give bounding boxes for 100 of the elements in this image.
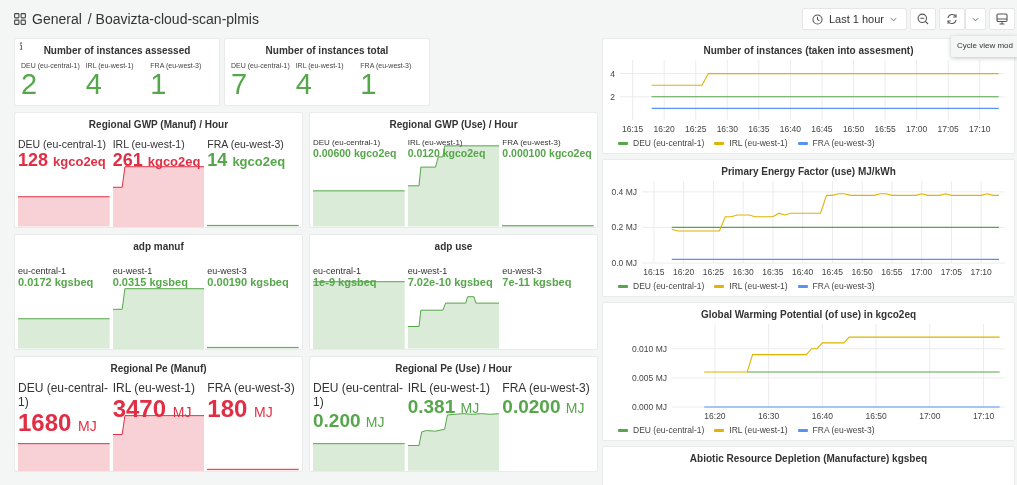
axis-tick-label: 16:25	[702, 267, 725, 277]
legend-label[interactable]: DEU (eu-central-1)	[633, 138, 705, 148]
axis-tick-label: 16:45	[821, 267, 844, 277]
stat-value: 0.0172 kgsbeq	[18, 276, 94, 288]
panel-title: Regional GWP (Use) / Hour	[389, 119, 518, 130]
panel-title: Regional GWP (Manuf) / Hour	[88, 119, 229, 130]
stat-label: eu-west-1	[112, 265, 153, 276]
axis-tick-label: 16:50	[865, 411, 887, 421]
axis-tick-label: 0.005 MJ	[632, 372, 667, 383]
stat-value: 4	[295, 69, 312, 100]
legend-label[interactable]: IRL (eu-west-1)	[729, 281, 788, 291]
stat-value: 1680 MJ	[18, 409, 97, 436]
axis-tick-label: 0.2 MJ	[611, 222, 637, 233]
panel-title: Primary Energy Factor (use) MJ/kWh	[721, 166, 896, 177]
stat-value: 128 kgco2eq	[18, 150, 106, 171]
axis-tick-label: 16:40	[811, 411, 834, 421]
refresh-button[interactable]	[939, 8, 965, 30]
stat-label: DEU (eu-central-1)	[313, 382, 405, 410]
axis-tick-label: 16:40	[779, 124, 802, 134]
axis-tick-label: 0.4 MJ	[611, 186, 637, 197]
axis-tick-label: 2	[610, 91, 615, 102]
panel-title: Number of instances total	[265, 45, 389, 56]
monitor-icon	[996, 13, 1008, 25]
legend-label[interactable]: DEU (eu-central-1)	[633, 281, 705, 291]
stat-label: IRL (eu-west-1)	[112, 382, 195, 396]
tooltip: Cycle view mod	[951, 36, 1017, 57]
stat-value: 261 kgco2eq	[112, 150, 201, 171]
stat-value: 4	[85, 69, 102, 100]
stat-value: 7e-11 kgsbeq	[502, 276, 572, 288]
axis-tick-label: 0.0 MJ	[611, 258, 637, 268]
stat-label: eu-west-3	[502, 265, 542, 276]
axis-tick-label: 16:30	[758, 411, 780, 421]
dashboard-title: / Boavizta-cloud-scan-plmis	[87, 11, 259, 27]
panel-title: Number of instances assessed	[43, 45, 191, 56]
axis-tick-label: 16:25	[685, 124, 707, 134]
axis-tick-label: 16:50	[842, 124, 865, 134]
stat-value: 0.200 MJ	[313, 409, 385, 433]
stat-label: IRL (eu-west-1)	[407, 382, 490, 396]
axis-tick-label: 16:30	[716, 124, 738, 134]
legend-label[interactable]: DEU (eu-central-1)	[633, 425, 705, 435]
axis-tick-label: 16:15	[643, 267, 665, 277]
stat-label: FRA (eu-west-3)	[502, 382, 590, 396]
stat-value: 0.00600 kgco2eq	[313, 147, 397, 159]
stat-label: IRL (eu-west-1)	[112, 138, 185, 150]
stat-value: 7	[231, 69, 248, 100]
stat-value: 0.0315 kgsbeq	[112, 276, 188, 288]
caret-icon	[890, 16, 897, 22]
time-range-picker[interactable]: Last 1 hour	[801, 8, 907, 30]
stat-value: 0.381 MJ	[407, 395, 480, 419]
stat-value: 180 MJ	[207, 395, 273, 423]
axis-tick-label: 17:05	[937, 124, 959, 134]
axis-tick-label: 17:10	[970, 267, 992, 277]
legend-label[interactable]: FRA (eu-west-3)	[812, 138, 875, 148]
stat-label: DEU (eu-central-1)	[18, 138, 107, 150]
axis-tick-label: 16:40	[792, 267, 814, 277]
refresh-icon	[946, 13, 958, 25]
axis-tick-label: 17:00	[919, 411, 941, 421]
panel-title: Abiotic Resource Depletion (Manufacture) kgsbeq	[689, 453, 928, 464]
view-mode-button[interactable]	[989, 8, 1015, 30]
stat-label: FRA (eu-west-3)	[207, 138, 284, 150]
legend-label[interactable]: FRA (eu-west-3)	[812, 425, 875, 435]
axis-tick-label: 16:55	[881, 267, 903, 277]
axis-tick-label: 16:35	[748, 124, 770, 134]
stat-value: 14 kgco2eq	[207, 150, 286, 171]
legend-label[interactable]: IRL (eu-west-1)	[729, 138, 788, 148]
axis-tick-label: 16:15	[622, 124, 644, 134]
axis-tick-label: 4	[610, 68, 615, 79]
axis-tick-label: 17:00	[911, 267, 933, 277]
clock-icon	[811, 13, 823, 25]
stat-label: eu-west-1	[407, 265, 448, 276]
axis-tick-label: 16:20	[704, 411, 726, 421]
axis-tick-label: 17:00	[906, 124, 928, 134]
axis-tick-label: 16:30	[732, 267, 754, 277]
stat-value: 7.02e-10 kgsbeq	[407, 276, 493, 288]
axis-tick-label: 16:50	[851, 267, 873, 277]
panel-title: Regional Pe (Use) / Hour	[395, 363, 512, 374]
stat-label: FRA (eu-west-3)	[502, 138, 561, 147]
stat-value: 1	[360, 69, 377, 100]
axis-tick-label: 16:20	[673, 267, 695, 277]
stat-label: DEU (eu-central-1)	[18, 382, 110, 410]
caret-icon	[972, 16, 979, 22]
axis-tick-label: 0.010 MJ	[632, 343, 667, 354]
axis-tick-label: 17:05	[940, 267, 963, 277]
axis-tick-label: 17:10	[969, 124, 991, 134]
stat-label: eu-west-3	[207, 265, 247, 276]
legend-label[interactable]: FRA (eu-west-3)	[812, 281, 875, 291]
zoom-out-button[interactable]	[910, 8, 936, 30]
zoom-out-icon	[917, 13, 929, 25]
stat-value: 2	[21, 69, 38, 100]
axis-tick-label: 16:35	[762, 267, 784, 277]
stat-label: eu-central-1	[313, 265, 362, 276]
legend-label[interactable]: IRL (eu-west-1)	[729, 425, 788, 435]
axis-tick-label: 17:10	[972, 411, 995, 421]
breadcrumb-link[interactable]: General	[32, 11, 82, 27]
axis-tick-label: 16:20	[653, 124, 675, 134]
stat-label: IRL (eu-west-1)	[407, 138, 463, 147]
stat-label: eu-central-1	[18, 265, 67, 276]
stat-value: 0.0200 MJ	[502, 395, 585, 419]
grid-icon	[14, 13, 26, 25]
axis-tick-label: 0.000 MJ	[632, 402, 667, 412]
